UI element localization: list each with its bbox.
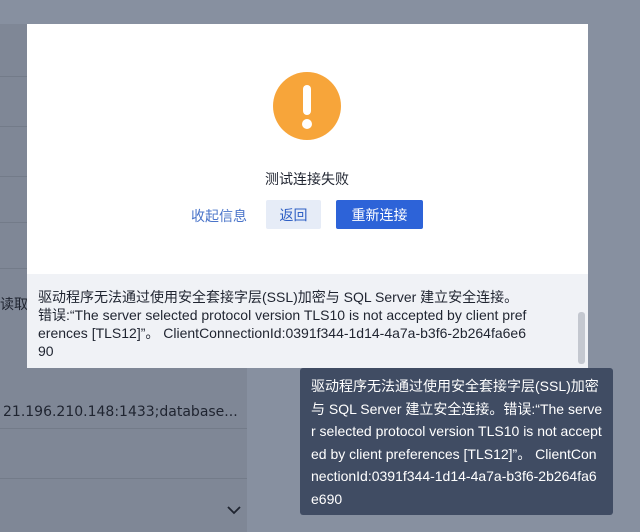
warning-icon bbox=[273, 72, 341, 140]
dialog-title: 测试连接失败 bbox=[265, 172, 349, 188]
back-button[interactable]: 返回 bbox=[266, 200, 321, 229]
error-scrollbar[interactable] bbox=[578, 312, 585, 364]
form-divider bbox=[0, 478, 247, 479]
form-divider bbox=[0, 428, 247, 429]
reconnect-button[interactable]: 重新连接 bbox=[336, 200, 423, 229]
error-message: 驱动程序无法通过使用安全套接字层(SSL)加密与 SQL Server 建立安全… bbox=[38, 289, 527, 359]
chevron-down-icon[interactable] bbox=[226, 502, 242, 518]
form-label-partial: 读取 bbox=[0, 297, 28, 313]
error-tooltip: 驱动程序无法通过使用安全套接字层(SSL)加密与 SQL Server 建立安全… bbox=[300, 368, 613, 515]
collapse-info-link[interactable]: 收起信息 bbox=[191, 206, 247, 226]
connection-url-field[interactable]: 21.196.210.148:1433;database... bbox=[3, 404, 238, 420]
